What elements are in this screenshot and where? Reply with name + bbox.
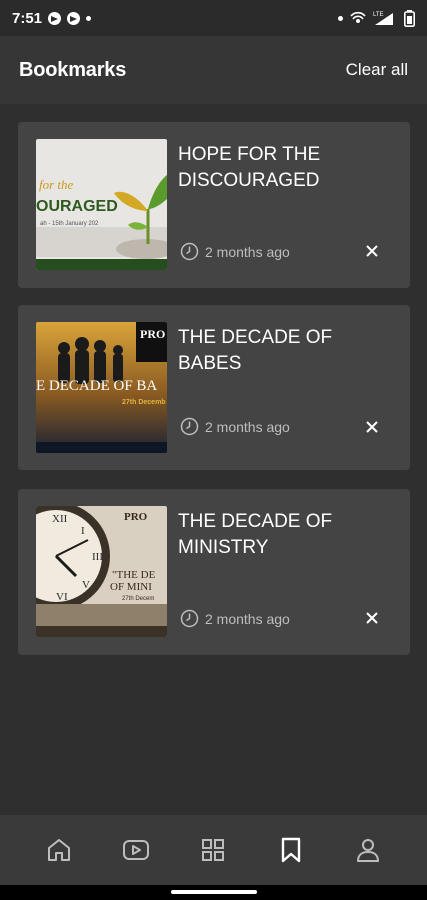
nav-home[interactable] xyxy=(37,828,81,872)
bookmark-card[interactable]: XII I III V VI PRO "THE DE OF MINI 27th Dec… xyxy=(18,489,410,655)
status-time: 7:51 xyxy=(12,9,43,27)
svg-text:27th Decem: 27th Decem xyxy=(122,596,154,602)
status-left: 7:51 xyxy=(12,9,92,27)
bookmark-icon xyxy=(281,837,301,863)
svg-text:VI: VI xyxy=(56,591,68,603)
bookmark-card[interactable]: for the OURAGED ah - 15th January 202 HO… xyxy=(18,122,410,288)
nav-bookmarks[interactable] xyxy=(269,828,313,872)
bookmark-thumbnail[interactable]: PRO E DECADE OF BA 27th Decemb xyxy=(36,322,167,453)
close-icon xyxy=(366,612,378,624)
bookmark-title[interactable]: THE DECADE OF MINISTRY xyxy=(178,509,398,561)
close-icon xyxy=(366,245,378,257)
svg-text:OF MINI: OF MINI xyxy=(110,581,152,593)
status-right: LTE xyxy=(338,9,415,27)
svg-text:27th Decemb: 27th Decemb xyxy=(122,399,166,406)
nav-profile[interactable] xyxy=(346,828,390,872)
gesture-handle[interactable] xyxy=(171,890,257,894)
svg-text:PRO: PRO xyxy=(124,511,148,523)
bookmark-title[interactable]: THE DECADE OF BABES xyxy=(178,325,398,377)
battery-icon xyxy=(404,9,415,27)
telegram-icon xyxy=(48,11,62,25)
svg-text:V: V xyxy=(82,579,90,591)
svg-text:XII: XII xyxy=(52,513,68,525)
telegram-icon xyxy=(67,11,81,25)
bookmark-time-row: 2 months ago xyxy=(180,417,290,436)
svg-text:PRO: PRO xyxy=(140,327,165,341)
bookmark-time: 2 months ago xyxy=(205,243,290,260)
bookmark-card[interactable]: PRO E DECADE OF BA 27th Decemb THE DECAD… xyxy=(18,305,410,470)
clock-icon xyxy=(180,242,199,261)
signal-icon: LTE xyxy=(373,10,397,26)
nav-videos[interactable] xyxy=(114,828,158,872)
app-header: Bookmarks Clear all xyxy=(0,36,427,104)
bookmark-title[interactable]: HOPE FOR THE DISCOURAGED xyxy=(178,142,398,194)
video-icon xyxy=(123,840,150,860)
bookmark-list: for the OURAGED ah - 15th January 202 HO… xyxy=(18,122,410,672)
profile-icon xyxy=(357,839,380,862)
silhouettes-image: PRO E DECADE OF BA 27th Decemb xyxy=(36,322,167,453)
svg-text:I: I xyxy=(81,525,85,537)
svg-text:for the: for the xyxy=(39,177,74,192)
bookmark-thumbnail[interactable]: for the OURAGED ah - 15th January 202 xyxy=(36,139,167,270)
bottom-nav xyxy=(0,815,427,885)
hotspot-icon xyxy=(350,11,366,25)
bookmark-time: 2 months ago xyxy=(205,418,290,435)
grid-icon xyxy=(202,839,225,861)
network-label: LTE xyxy=(373,12,384,18)
bookmark-time: 2 months ago xyxy=(205,610,290,627)
bookmark-time-row: 2 months ago xyxy=(180,609,290,628)
clock-image: XIIIIII VVI PRO "THE DE OF MINI 27th Dec… xyxy=(36,506,167,637)
clock-icon xyxy=(180,609,199,628)
svg-text:OURAGED: OURAGED xyxy=(36,198,118,215)
remove-bookmark-button[interactable] xyxy=(362,241,382,261)
svg-text:ah - 15th January 202: ah - 15th January 202 xyxy=(40,221,99,227)
remove-bookmark-button[interactable] xyxy=(362,417,382,437)
close-icon xyxy=(366,421,378,433)
clock-icon xyxy=(180,417,199,436)
status-bar: 7:51 LTE xyxy=(0,0,427,36)
bookmark-thumbnail[interactable]: XII I III V VI PRO "THE DE OF MINI 27th Dec… xyxy=(36,506,167,637)
bookmark-time-row: 2 months ago xyxy=(180,242,290,261)
remove-bookmark-button[interactable] xyxy=(362,608,382,628)
nav-categories[interactable] xyxy=(191,828,235,872)
svg-text:"THE DE: "THE DE xyxy=(112,569,156,581)
seedling-image: for the OURAGED ah - 15th January 202 xyxy=(36,139,167,270)
clear-all-button[interactable]: Clear all xyxy=(346,60,408,80)
svg-text:III: III xyxy=(92,551,103,563)
home-icon xyxy=(47,839,70,861)
dot-icon xyxy=(86,15,92,21)
page-title: Bookmarks xyxy=(19,58,127,81)
svg-text:E DECADE OF BA: E DECADE OF BA xyxy=(36,378,157,394)
dot-icon xyxy=(338,15,343,21)
